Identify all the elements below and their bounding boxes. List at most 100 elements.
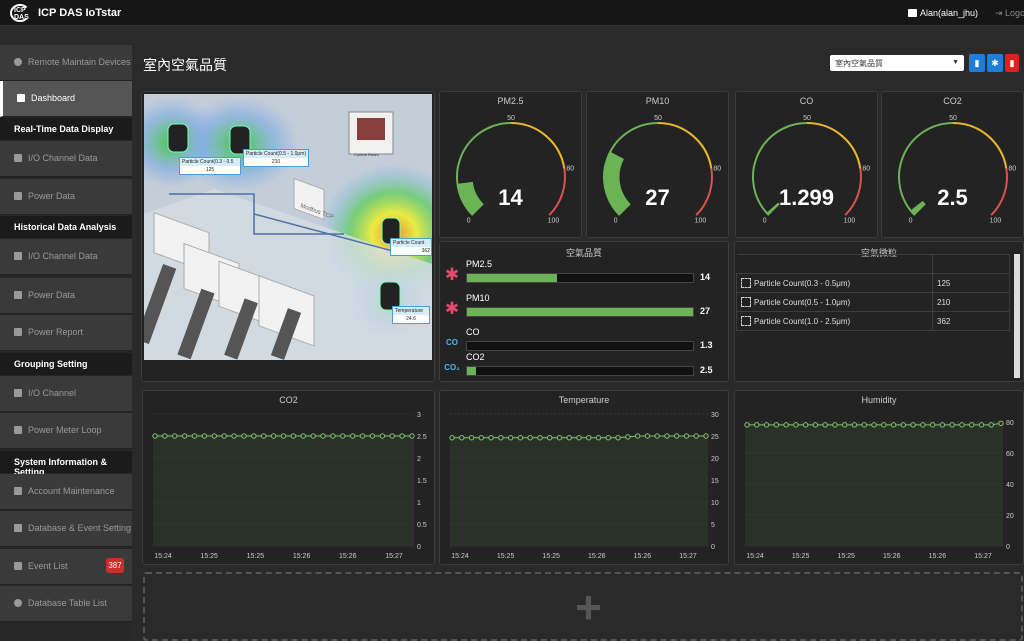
data-point (763, 422, 770, 428)
aq-value: 27 (700, 306, 711, 316)
data-point (683, 433, 690, 439)
gauge-tick-label: 0 (909, 217, 913, 224)
aq-row-pm25: ✱ PM2.5 14 (442, 257, 724, 291)
sidebar-item-realtime-io-data[interactable]: I/O Channel Data (0, 141, 132, 177)
user-menu[interactable]: Alan(alan_jhu) (908, 8, 978, 18)
label-particle-10[interactable]: Particle Count 362 (390, 238, 432, 256)
data-point (634, 433, 641, 439)
file-icon (14, 328, 22, 336)
sidebar-header-system: System Information & Setting (0, 451, 132, 477)
x-tick-label: 15:27 (385, 553, 403, 560)
table-row[interactable]: Particle Count(0.5 - 1.0μm) 210 (736, 292, 1010, 312)
chart-title: Temperature (558, 395, 610, 405)
y-tick-label: 0 (711, 544, 715, 551)
page-title: 室內空氣品質 (143, 57, 227, 73)
chart-temperature: 0 5 10 15 20 25 30 15:24 15:25 15:25 15:26 15:26 15:… (449, 412, 719, 560)
gauge-tick-label: 100 (844, 217, 856, 224)
dashboard-select[interactable]: 室內空氣品質 ▼ (830, 55, 964, 71)
x-tick-label: 15:26 (883, 553, 901, 560)
y-tick-label: 30 (711, 412, 719, 419)
floorplan-image: Modbus TCP Control Room Particle Count(0… (144, 94, 432, 360)
chart-panel-co2: CO2 0 0.5 1 1.5 2 2.5 3 15:24 15:25 15:25 15:26 15:2… (142, 390, 435, 565)
x-tick-label: 15:27 (974, 553, 992, 560)
bell-icon (14, 562, 22, 570)
sidebar-item-remote-maintain-devices[interactable]: Remote Maintain Devices (0, 45, 132, 81)
particle-icon: ✱ (444, 265, 460, 284)
data-point (369, 433, 376, 439)
data-point (861, 422, 867, 428)
sidebar-item-event-list[interactable]: Event List 387 (0, 549, 132, 585)
y-tick-label: 25 (711, 434, 719, 441)
settings-button[interactable]: ✱ (987, 54, 1003, 72)
table-cell: 210 (932, 292, 1010, 312)
label-particle-05[interactable]: Particle Count(0.5 - 1.0μm) 210 (243, 149, 309, 167)
logo: ICP DAS (10, 4, 32, 22)
sidebar-item-power-meter-loop[interactable]: Power Meter Loop (0, 413, 132, 449)
aq-value: 2.5 (700, 365, 713, 375)
data-point (280, 433, 287, 439)
y-tick-label: 0 (417, 544, 421, 551)
top-bar: ICP DAS ICP DAS IoTstar Alan(alan_jhu) ⇥ … (0, 0, 1024, 26)
data-point (693, 433, 699, 439)
add-widget-zone[interactable]: + (143, 572, 1023, 641)
y-tick-label: 5 (711, 522, 715, 529)
data-point (468, 435, 475, 441)
label-particle-03[interactable]: Particle Count(0.3 - 0.5 125 (179, 157, 241, 175)
gauge-value: 27 (645, 185, 670, 210)
gauge-value: 1.299 (778, 185, 835, 210)
data-point (703, 433, 709, 439)
info-icon (14, 599, 22, 607)
data-point (920, 422, 926, 428)
chart-panel-temperature: Temperature 0 5 10 15 20 25 30 15:24 15:25 15:25 15… (439, 390, 729, 565)
data-point (507, 435, 514, 441)
data-point (654, 433, 660, 439)
sidebar-item-power-report[interactable]: Power Report (0, 315, 132, 351)
chart-area (153, 434, 414, 546)
gauge-title: CO2 (943, 96, 962, 106)
sidebar-item-database-table-list[interactable]: Database Table List (0, 586, 132, 622)
sidebar-item-historical-power-data[interactable]: Power Data (0, 278, 132, 314)
sidebar-item-historical-io-data[interactable]: I/O Channel Data (0, 239, 132, 275)
x-tick-label: 15:27 (679, 553, 697, 560)
checkbox-icon (741, 278, 751, 288)
chart-title: Humidity (861, 395, 897, 405)
data-point (498, 435, 504, 441)
table-row[interactable]: Particle Count(0.3 - 0.5μm) 125 (736, 273, 1010, 293)
aq-bar (466, 307, 694, 317)
file-button[interactable]: ▮ (969, 54, 985, 72)
x-tick-label: 15:26 (588, 553, 606, 560)
logout-link[interactable]: ⇥ Logout (995, 8, 1024, 19)
x-tick-label: 15:25 (837, 553, 855, 560)
delete-button[interactable]: ▮ (1005, 54, 1019, 72)
square-icon (14, 154, 22, 162)
sidebar-item-account-maintenance[interactable]: Account Maintenance (0, 474, 132, 510)
square-icon (14, 192, 22, 200)
co2-cloud-icon: CO₂ (444, 363, 460, 372)
plus-icon: + (575, 581, 602, 633)
sidebar-item-realtime-power-data[interactable]: Power Data (0, 179, 132, 215)
sidebar-item-io-channel[interactable]: I/O Channel (0, 376, 132, 412)
data-point (871, 422, 877, 428)
x-tick-label: 15:25 (247, 553, 265, 560)
data-point (201, 433, 208, 439)
chart-area (450, 435, 708, 546)
sidebar: Remote Maintain Devices Dashboard Real-T… (0, 45, 132, 641)
data-point (152, 433, 158, 439)
sidebar-item-database-event-setting[interactable]: Database & Event Setting (0, 511, 132, 547)
y-tick-label: 0.5 (417, 522, 427, 529)
sidebar-item-dashboard[interactable]: Dashboard (0, 81, 132, 117)
square-icon (14, 252, 22, 260)
data-point (959, 422, 965, 428)
aq-bar-fill (467, 308, 693, 316)
label-temperature[interactable]: Temperature 24.6 (392, 306, 430, 324)
y-tick-label: 0 (1006, 544, 1010, 551)
table-row[interactable]: Particle Count(1.0 - 2.5μm) 362 (736, 311, 1010, 331)
scrollbar[interactable] (1014, 254, 1020, 378)
data-point (211, 433, 218, 439)
data-point (949, 422, 955, 428)
table-cell: 362 (932, 311, 1010, 331)
data-point (812, 422, 819, 428)
data-point (832, 422, 838, 428)
data-point (290, 433, 297, 439)
data-point (566, 435, 572, 441)
